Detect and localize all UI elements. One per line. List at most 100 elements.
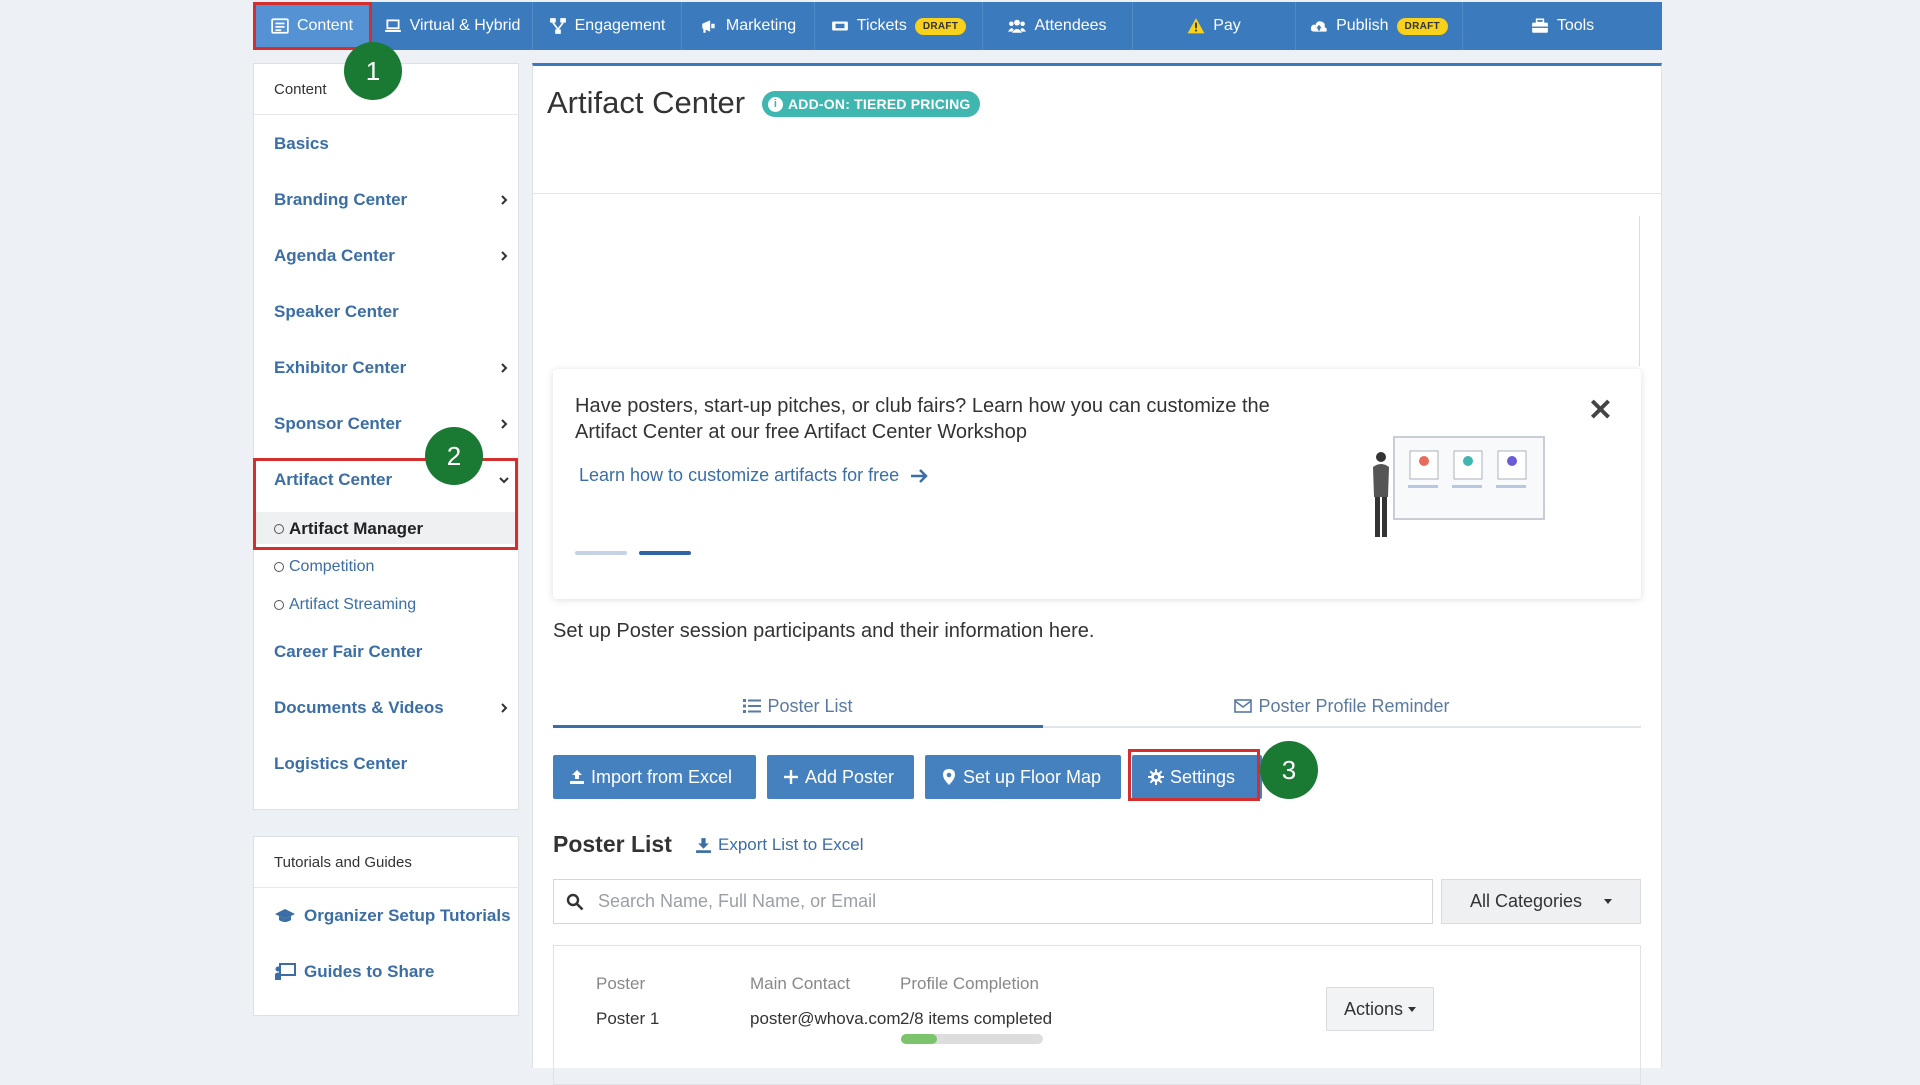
chevron-right-icon [501,363,508,373]
guide-label: Guides to Share [304,962,435,981]
cloud-upload-icon [1310,21,1327,32]
sidebar-item-sponsor-center[interactable]: Sponsor Center [274,409,510,439]
button-label: Set up Floor Map [963,766,1102,787]
column-header-profile-completion: Profile Completion [900,974,1039,993]
button-label: Import from Excel [591,766,733,787]
megaphone-icon [702,20,715,33]
nav-tickets[interactable]: Tickets DRAFT [815,2,983,50]
completion-progress-fill [901,1034,937,1044]
export-list-link[interactable]: Export List to Excel [695,835,864,855]
nav-pay-label: Pay [1213,17,1241,34]
intro-text: Set up Poster session participants and t… [553,620,1095,642]
chevron-right-icon [501,251,508,261]
presentation-icon [275,963,296,980]
sidebar-item-label: Agenda Center [274,246,395,265]
settings-button[interactable]: Settings [1132,755,1262,799]
actions-label: Actions [1343,998,1404,1019]
sidebar-item-label: Logistics Center [274,754,408,773]
sidebar-subitem-artifact-streaming[interactable]: Artifact Streaming [274,590,510,620]
tab-active-indicator [553,725,1043,728]
nav-publish[interactable]: Publish DRAFT [1296,2,1463,50]
chevron-right-icon [501,419,508,429]
tutorials-header: Tutorials and Guides [254,837,518,888]
nav-tools[interactable]: Tools [1463,2,1662,50]
sidebar-item-speaker-center[interactable]: Speaker Center [274,297,510,327]
carousel-dot[interactable] [575,551,627,555]
sidebar-item-basics[interactable]: Basics [274,129,510,159]
tab-label: Poster List [767,695,853,716]
category-select[interactable]: All Categories [1441,879,1641,924]
nav-virtual-hybrid[interactable]: Virtual & Hybrid [372,2,533,50]
nav-attendees[interactable]: Attendees [983,2,1133,50]
circle-icon [274,600,284,610]
draft-badge: DRAFT [914,17,967,35]
warning-icon [1187,18,1205,34]
nav-publish-label: Publish [1336,17,1389,34]
graduation-cap-icon [275,909,295,922]
chevron-right-icon [501,195,508,205]
sidebar-subitem-label: Competition [289,558,375,575]
info-icon: i [768,96,783,112]
sidebar-subitem-label: Artifact Streaming [289,596,417,613]
guide-label: Organizer Setup Tutorials [304,906,511,925]
promo-link[interactable]: Learn how to customize artifacts for fre… [579,465,929,486]
draft-badge: DRAFT [1396,17,1448,35]
sidebar-item-exhibitor-center[interactable]: Exhibitor Center [274,353,510,383]
step-marker-3: 3 [1260,741,1318,799]
sidebar-item-label: Documents & Videos [274,698,444,717]
workshop-promo-card: Have posters, start-up pitches, or club … [553,369,1641,599]
column-header-poster: Poster [596,974,646,993]
envelope-icon [1234,699,1253,713]
actions-dropdown-button[interactable]: Actions [1326,987,1434,1031]
button-label: Settings [1170,766,1236,787]
nav-content[interactable]: Content [253,2,372,50]
poster-name[interactable]: Poster 1 [596,1009,659,1029]
nav-virtual-hybrid-label: Virtual & Hybrid [409,17,521,34]
main-panel: Artifact Center i ADD-ON: TIERED PRICING… [532,63,1662,1085]
map-pin-icon [943,769,955,785]
nav-engagement[interactable]: Engagement [533,2,682,50]
import-from-excel-button[interactable]: Import from Excel [553,755,756,799]
nav-marketing[interactable]: Marketing [682,2,815,50]
sidebar-item-agenda-center[interactable]: Agenda Center [274,241,510,271]
search-box [553,879,1433,924]
circle-icon [274,524,284,534]
sidebar-item-documents-videos[interactable]: Documents & Videos [274,693,510,723]
close-icon[interactable]: ✕ [1588,393,1613,428]
poster-contact: poster@whova.com [750,1009,901,1028]
sidebar-item-label: Branding Center [274,190,408,209]
sidebar-item-logistics-center[interactable]: Logistics Center [274,749,510,779]
set-up-floor-map-button[interactable]: Set up Floor Map [925,755,1121,799]
search-input[interactable] [596,890,1400,913]
poster-list-title: Poster List [553,831,672,857]
caret-down-icon [1604,899,1613,904]
guides-to-share-link[interactable]: Guides to Share [274,957,434,987]
poster-table: Poster Main Contact Profile Completion P… [553,945,1641,1085]
arrow-right-icon [911,468,928,483]
chevron-right-icon [501,703,508,713]
sidebar-item-career-fair-center[interactable]: Career Fair Center [274,637,510,667]
list-icon [271,18,289,34]
nav-attendees-label: Attendees [1034,17,1107,34]
sidebar-item-branding-center[interactable]: Branding Center [274,185,510,215]
promo-link-label: Learn how to customize artifacts for fre… [579,465,900,485]
step-marker-2: 2 [425,427,483,485]
step-marker-1: 1 [344,42,402,100]
gear-icon [1148,769,1164,785]
carousel-dot-active[interactable] [639,551,691,555]
network-icon [549,18,566,34]
sidebar-item-label: Artifact Center [274,470,393,489]
nav-content-label: Content [296,17,354,34]
upload-icon [570,770,584,784]
button-label: Add Poster [805,766,895,787]
category-select-value: All Categories [1469,891,1583,911]
plus-icon [784,770,798,784]
sidebar-subitem-artifact-manager[interactable]: Artifact Manager [274,514,510,544]
laptop-icon [384,19,401,32]
sidebar-subitem-competition[interactable]: Competition [274,552,510,582]
add-poster-button[interactable]: Add Poster [767,755,914,799]
ticket-icon [831,21,848,31]
nav-pay[interactable]: Pay [1133,2,1296,50]
column-header-main-contact: Main Contact [750,974,851,993]
organizer-setup-tutorials-link[interactable]: Organizer Setup Tutorials [274,901,511,931]
